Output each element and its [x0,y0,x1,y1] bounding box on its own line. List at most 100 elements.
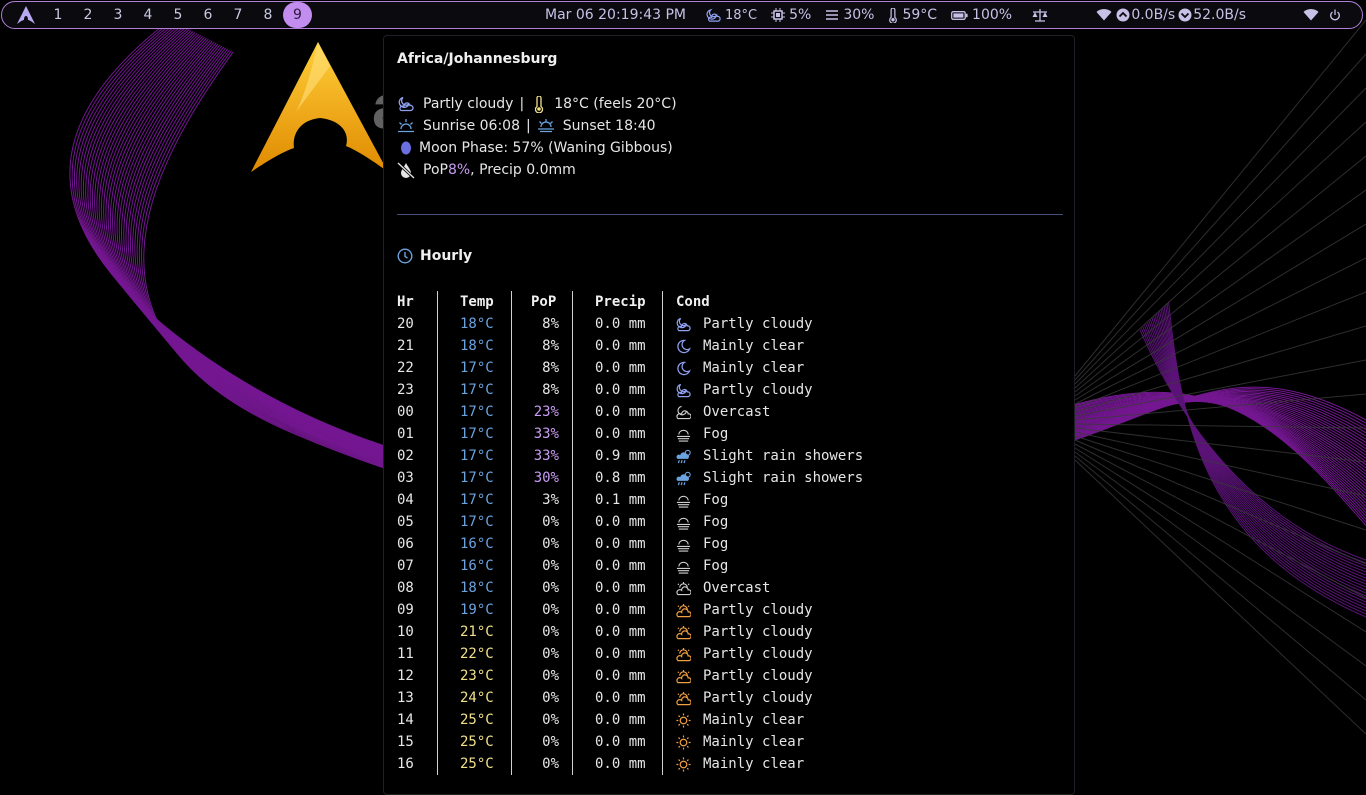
current-temp: 18°C (feels 20°C) [554,96,677,112]
net-down: 52.0B/s [1193,7,1246,23]
workspace-4[interactable]: 4 [133,2,163,28]
temp-cell: 16°C [460,536,494,552]
pop-cell: 0% [542,756,559,772]
cpu-temp: 59°C [902,7,938,23]
condition-cell: Partly cloudy [703,646,813,662]
precip-cell: 0.0 mm [595,404,646,420]
power-button[interactable] [1329,9,1345,21]
condition-cell: Partly cloudy [703,624,813,640]
battery-widget[interactable]: 100% [951,7,1012,23]
sun-icon [676,757,691,772]
hour-cell: 00 [397,404,414,420]
clock[interactable]: Mar 06 20:19:43 PM [545,7,686,23]
column-separator [511,445,512,467]
night-partly-cloudy-icon [676,317,691,332]
temp-cell: 17°C [460,426,494,442]
precip-cell: 0.0 mm [595,382,646,398]
condition-cell: Fog [703,514,729,530]
column-separator [572,731,573,753]
workspace-7[interactable]: 7 [223,2,253,28]
column-separator [572,467,573,489]
column-separator [437,577,438,599]
column-separator [511,577,512,599]
workspace-2[interactable]: 2 [73,2,103,28]
column-separator [511,709,512,731]
temp-cell: 23°C [460,668,494,684]
column-separator [511,489,512,511]
current-condition: Partly cloudy [423,96,514,112]
hour-cell: 16 [397,756,414,772]
workspace-1[interactable]: 1 [43,2,73,28]
precip-cell: 0.0 mm [595,756,646,772]
column-separator [511,753,512,775]
net-up: 0.0B/s [1131,7,1176,23]
upload-icon [1116,8,1130,22]
column-separator [437,423,438,445]
column-separator [662,445,663,467]
column-separator [437,621,438,643]
temp-cell: 17°C [460,382,494,398]
battery-level: 100% [972,7,1013,23]
weather-popup: Africa/Johannesburg Partly cloudy | 18°C… [383,35,1075,795]
arch-menu-icon[interactable] [15,4,37,26]
precip-cell: 0.1 mm [595,492,646,508]
workspace-6[interactable]: 6 [193,2,223,28]
column-separator [662,709,663,731]
cpu-widget[interactable]: 5% [771,7,811,23]
column-separator [437,445,438,467]
condition-cell: Mainly clear [703,360,805,376]
column-separator [511,511,512,533]
condition-cell: Overcast [703,580,771,596]
column-separator [572,665,573,687]
cpu-temp-widget[interactable]: 59°C [888,7,937,23]
column-separator [511,335,512,357]
temp-cell: 17°C [460,360,494,376]
column-separator [662,511,663,533]
precip-cell: 0.0 mm [595,360,646,376]
workspace-9[interactable]: 9 [283,2,312,28]
condition-cell: Mainly clear [703,338,805,354]
wifi-tray-button[interactable] [1303,9,1323,21]
column-separator [437,687,438,709]
temp-cell: 25°C [460,712,494,728]
fog-icon [676,537,691,552]
overcast-night-icon [676,405,692,420]
column-separator [572,643,573,665]
night-partly-cloudy-icon [676,383,691,398]
pop-cell: 0% [542,536,559,552]
precip-cell: 0.0 mm [595,316,646,332]
workspace-5[interactable]: 5 [163,2,193,28]
column-separator [662,555,663,577]
column-separator [511,533,512,555]
network-widget[interactable]: 0.0B/s 52.0B/s [1096,7,1246,23]
hourly-heading: Hourly [397,248,472,264]
column-separator [662,643,663,665]
condition-cell: Fog [703,426,729,442]
download-icon [1178,8,1192,22]
fog-icon [676,427,691,442]
weather-widget[interactable]: 18°C [706,8,757,23]
day-partly-cloudy-icon [676,669,692,684]
day-partly-cloudy-icon [676,647,692,662]
column-separator [662,753,663,775]
pop-cell: 8% [542,316,559,332]
workspace-3[interactable]: 3 [103,2,133,28]
precip-cell: 0.0 mm [595,426,646,442]
column-separator [437,489,438,511]
header-temp: Temp [460,294,494,310]
column-separator [511,599,512,621]
pop-cell: 0% [542,712,559,728]
column-separator [511,357,512,379]
hour-cell: 21 [397,338,414,354]
pop-cell: 0% [542,624,559,640]
hour-cell: 05 [397,514,414,530]
column-separator [437,357,438,379]
column-separator [572,511,573,533]
workspace-8[interactable]: 8 [253,2,283,28]
power-profile-widget[interactable] [1032,8,1052,22]
temp-cell: 19°C [460,602,494,618]
memory-widget[interactable]: 30% [825,7,874,23]
column-separator [437,467,438,489]
fog-icon [676,493,691,508]
header-cond: Cond [676,294,710,310]
